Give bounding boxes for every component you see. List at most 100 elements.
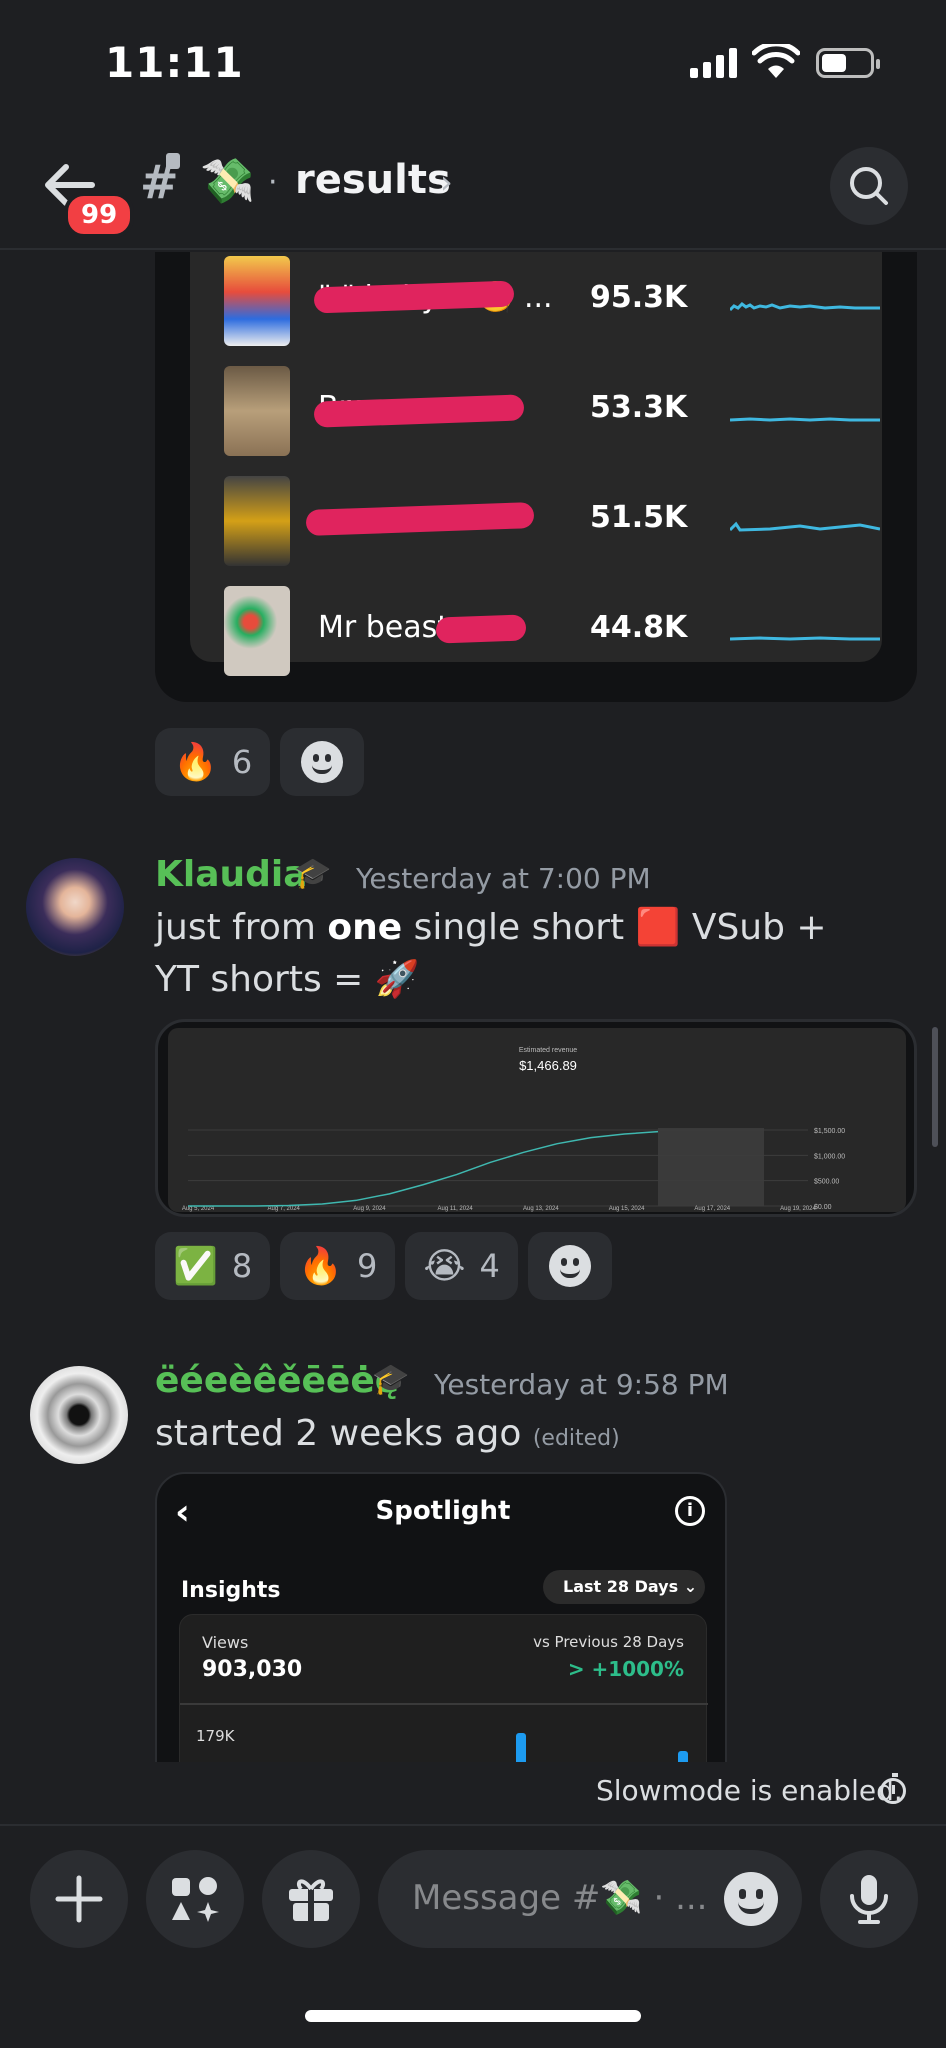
video-views: 51.5K <box>590 500 688 535</box>
add-attachment-button[interactable] <box>30 1850 128 1948</box>
smiley-add-reaction-icon <box>301 741 344 783</box>
channel-header: 99 # 💸 · results › <box>0 125 946 250</box>
sparkline <box>730 636 880 641</box>
author-name[interactable]: Klaudia <box>155 854 308 895</box>
reaction-bar: ✅ 8 🔥 9 😭 4 <box>155 1232 612 1300</box>
add-reaction-button[interactable] <box>527 1232 612 1300</box>
message-feed[interactable]: " " baby 2 🧐 ... 95.3K Bro g ... 53.3K .… <box>0 252 946 1762</box>
y-tick-label: $0.00 <box>814 1204 832 1211</box>
add-reaction-button[interactable] <box>280 728 365 796</box>
y-tick-label: $1,500.00 <box>814 1128 845 1135</box>
x-tick-label: Aug 17, 2024 <box>694 1206 730 1212</box>
message-input[interactable]: Message #💸 · ... <box>378 1850 802 1948</box>
chart-title: Estimated revenue <box>519 1047 577 1054</box>
reaction-count: 9 <box>357 1247 378 1285</box>
views-label: Views <box>202 1633 249 1652</box>
views-value: 903,030 <box>202 1657 303 1682</box>
video-views: 53.3K <box>590 390 688 425</box>
video-thumbnail <box>224 256 290 346</box>
x-tick-label: Aug 9, 2024 <box>353 1206 386 1212</box>
compare-value: > +1000% <box>567 1657 684 1681</box>
x-tick-label: Aug 5, 2024 <box>182 1206 215 1212</box>
compare-label: vs Previous 28 Days <box>533 1633 684 1651</box>
channel-emoji: 💸 <box>200 156 255 207</box>
x-tick-label: Aug 15, 2024 <box>609 1206 645 1212</box>
list-item: Mr beast ... 44.8K <box>190 582 882 678</box>
reaction-fire[interactable]: 🔥 9 <box>280 1232 396 1300</box>
sparkline <box>730 417 880 422</box>
signal-icon <box>690 46 737 78</box>
video-thumbnail <box>224 366 290 456</box>
chart-bar <box>516 1733 526 1762</box>
apps-button[interactable] <box>146 1850 244 1948</box>
spotlight-title: Spotlight <box>375 1496 511 1526</box>
timestamp: Yesterday at 9:58 PM <box>434 1368 729 1401</box>
emoji-picker-icon[interactable] <box>724 1872 778 1926</box>
graduation-cap-icon: 🎓 <box>294 856 332 891</box>
list-item: Bro g ... 53.3K <box>190 362 882 458</box>
reaction-fire[interactable]: 🔥 6 <box>155 728 271 796</box>
search-icon <box>850 167 888 205</box>
scrollbar[interactable] <box>932 1027 938 1147</box>
reaction-bar: 🔥 6 <box>155 728 365 796</box>
axis-label: 179K <box>196 1727 235 1745</box>
info-icon: i <box>675 1496 705 1526</box>
message-text: started 2 weeks ago (edited) <box>155 1413 620 1454</box>
author-name[interactable]: ëéeèêěēēėę <box>155 1360 399 1401</box>
home-indicator <box>305 2010 641 2022</box>
sparkline <box>730 302 880 312</box>
image-embed-revenue-chart[interactable]: Estimated revenue $1,466.89 $1,500.00 $1,00… <box>155 1019 917 1217</box>
image-embed-spotlight[interactable]: ‹ Spotlight i Insights Last 28 Days ⌄ Vi… <box>155 1472 727 1762</box>
wifi-icon <box>752 44 800 78</box>
chart-headline-value: $1,466.89 <box>519 1058 577 1073</box>
channel-separator: · <box>268 165 278 200</box>
avatar[interactable] <box>30 1366 128 1464</box>
message-text: just from one single short 🟥 VSub + YT s… <box>155 907 827 1000</box>
redaction-mark <box>435 614 527 644</box>
message-placeholder: Message #💸 · ... <box>412 1878 708 1918</box>
revenue-chart: Estimated revenue $1,466.89 $1,500.00 $1,00… <box>182 1047 845 1212</box>
reaction-count: 8 <box>231 1247 253 1285</box>
reaction-crying[interactable]: 😭 4 <box>405 1232 518 1300</box>
list-item: ... 51.5K <box>190 472 882 568</box>
unread-badge: 99 <box>64 192 135 238</box>
reaction-count: 4 <box>479 1247 500 1285</box>
slowmode-banner: Slowmode is enabled. <box>0 1762 946 1824</box>
status-bar: 11:11 <box>0 0 946 125</box>
channel-name[interactable]: results <box>295 157 451 203</box>
apps-icon <box>172 1877 219 1922</box>
gift-icon <box>289 1879 333 1921</box>
image-embed-video-stats[interactable]: " " baby 2 🧐 ... 95.3K Bro g ... 53.3K .… <box>155 252 917 702</box>
views-card: Views 903,030 vs Previous 28 Days > +100… <box>179 1614 708 1762</box>
lock-icon <box>166 153 180 169</box>
x-tick-label: Aug 11, 2024 <box>438 1206 474 1212</box>
x-tick-label: Aug 13, 2024 <box>523 1206 559 1212</box>
video-views: 95.3K <box>590 280 688 315</box>
graduation-cap-icon: 🎓 <box>372 1362 410 1397</box>
sparkline <box>730 521 880 532</box>
video-views: 44.8K <box>590 610 688 645</box>
timestamp: Yesterday at 7:00 PM <box>356 862 651 895</box>
chart-shaded-region <box>658 1128 764 1206</box>
y-tick-label: $500.00 <box>814 1179 839 1186</box>
x-tick-label: Aug 7, 2024 <box>268 1206 301 1212</box>
y-tick-label: $1,000.00 <box>814 1153 845 1160</box>
timer-icon <box>880 1773 906 1804</box>
avatar[interactable] <box>26 858 124 956</box>
reaction-check[interactable]: ✅ 8 <box>155 1232 271 1300</box>
revenue-series-line <box>188 1130 659 1207</box>
smiley-add-reaction-icon <box>548 1245 591 1287</box>
chevron-right-icon[interactable]: › <box>440 163 453 201</box>
edited-label: (edited) <box>532 1426 620 1451</box>
voice-message-button[interactable] <box>820 1850 918 1948</box>
chart-bar <box>678 1751 688 1762</box>
video-thumbnail <box>224 586 290 676</box>
battery-icon <box>816 48 880 78</box>
list-item: " " baby 2 🧐 ... 95.3K <box>190 252 882 348</box>
gift-button[interactable] <box>262 1850 360 1948</box>
video-thumbnail <box>224 476 290 566</box>
chevron-down-icon: ⌄ <box>683 1577 698 1596</box>
search-button[interactable] <box>830 147 908 225</box>
insights-label: Insights <box>181 1578 281 1603</box>
status-time: 11:11 <box>105 38 244 87</box>
